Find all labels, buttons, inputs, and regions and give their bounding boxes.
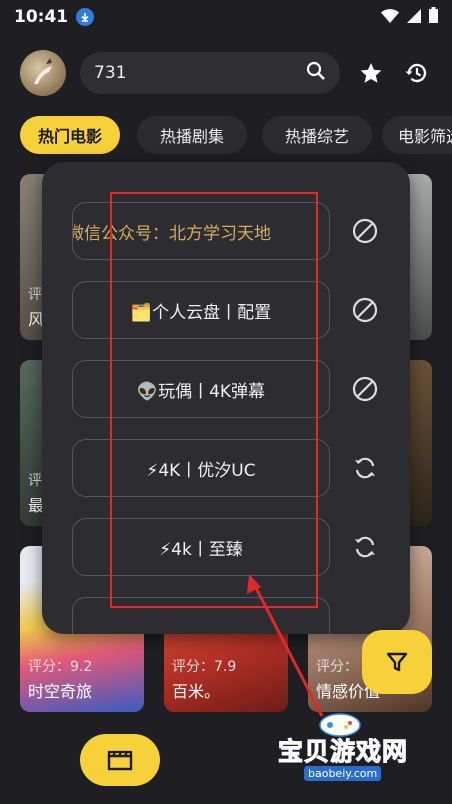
filter-icon [386,652,408,672]
movies-nav-button[interactable] [80,734,160,786]
watermark-url: baobeiy.com [304,766,382,781]
filter-button[interactable] [362,630,432,694]
clapperboard-icon [107,750,133,771]
watermark-logo: 宝贝游戏网 baobeiy.com [276,706,426,786]
watermark-title: 宝贝游戏网 [277,737,409,767]
